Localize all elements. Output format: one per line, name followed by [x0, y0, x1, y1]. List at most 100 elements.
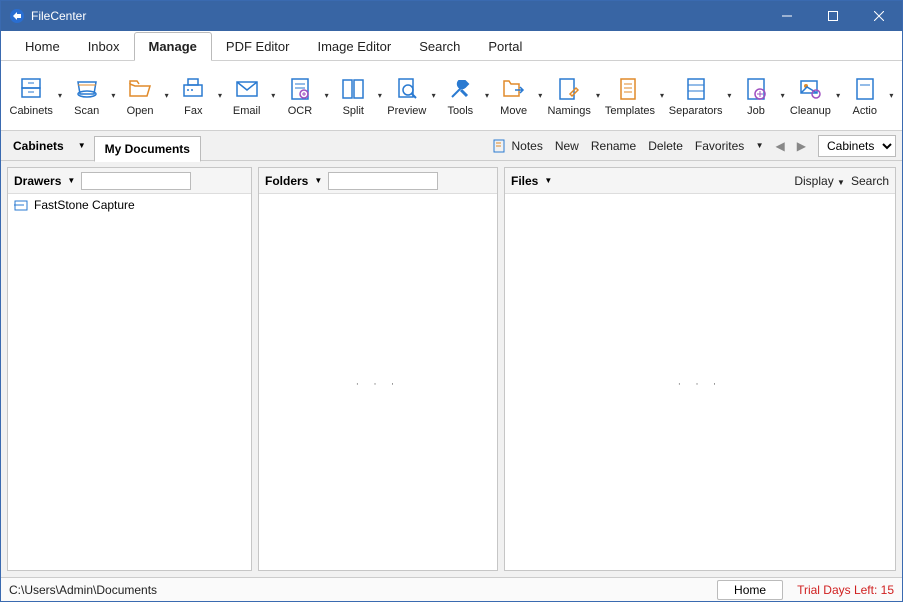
scan-dropdown[interactable]: ▾ — [109, 91, 118, 100]
namings-label: Namings — [547, 105, 590, 117]
templates-button[interactable]: Templates — [603, 73, 658, 119]
favorites-label: Favorites — [695, 139, 744, 153]
drawers-panel: Drawers ▼ FastStone Capture — [7, 167, 252, 571]
tab-manage[interactable]: Manage — [134, 32, 212, 61]
nav-back-button[interactable]: ◀ — [776, 139, 785, 153]
cabinets-label: Cabinets — [10, 105, 53, 117]
email-button[interactable]: Email — [225, 73, 269, 119]
fax-label: Fax — [184, 105, 202, 117]
files-list: . . . — [505, 194, 895, 570]
tab-search[interactable]: Search — [405, 33, 474, 60]
fax-button[interactable]: Fax — [171, 73, 215, 119]
job-icon — [742, 75, 770, 103]
display-dropdown[interactable]: Display ▼ — [794, 174, 845, 188]
files-empty-indicator: . . . — [678, 377, 722, 388]
cleanup-label: Cleanup — [790, 105, 831, 117]
tab-pdf-editor[interactable]: PDF Editor — [212, 33, 304, 60]
cabinet-bar: Cabinets ▼ My Documents Notes New Rename… — [1, 131, 902, 161]
preview-dropdown[interactable]: ▾ — [429, 91, 438, 100]
files-dropdown[interactable]: ▼ — [544, 176, 552, 185]
separators-label: Separators — [669, 105, 723, 117]
job-dropdown[interactable]: ▾ — [778, 91, 787, 100]
status-path: C:\Users\Admin\Documents — [9, 583, 157, 597]
drawer-label: FastStone Capture — [34, 198, 135, 212]
home-button[interactable]: Home — [717, 580, 783, 600]
nav-forward-button[interactable]: ▶ — [797, 139, 806, 153]
open-dropdown[interactable]: ▾ — [162, 91, 171, 100]
cabinets-dropdown[interactable]: ▾ — [55, 91, 64, 100]
folders-panel: Folders ▼ . . . — [258, 167, 498, 571]
tab-home[interactable]: Home — [11, 33, 74, 60]
tools-button[interactable]: Tools — [438, 73, 482, 119]
drawers-header: Drawers ▼ — [8, 168, 251, 194]
notes-button[interactable]: Notes — [493, 139, 542, 153]
tools-dropdown[interactable]: ▾ — [482, 91, 491, 100]
drawer-icon — [14, 198, 28, 212]
minimize-button[interactable] — [764, 1, 810, 31]
drawers-list: FastStone Capture — [8, 194, 251, 570]
actions-label: Actio — [853, 105, 877, 117]
open-button[interactable]: Open — [118, 73, 162, 119]
separators-dropdown[interactable]: ▾ — [725, 91, 734, 100]
app-icon — [9, 8, 25, 24]
tab-inbox[interactable]: Inbox — [74, 33, 134, 60]
folders-empty-indicator: . . . — [356, 377, 400, 388]
namings-button[interactable]: Namings — [545, 73, 593, 119]
tools-label: Tools — [447, 105, 473, 117]
rename-button[interactable]: Rename — [591, 139, 636, 153]
files-search-button[interactable]: Search — [851, 174, 889, 188]
toolbar: Cabinets▾Scan▾Open▾Fax▾Email▾OCR▾Split▾P… — [1, 61, 902, 131]
drawers-title: Drawers — [14, 174, 61, 188]
scan-label: Scan — [74, 105, 99, 117]
new-button[interactable]: New — [555, 139, 579, 153]
scan-icon — [73, 75, 101, 103]
maximize-button[interactable] — [810, 1, 856, 31]
preview-button[interactable]: Preview — [385, 73, 429, 119]
columns: Drawers ▼ FastStone Capture Folders ▼ . … — [1, 161, 902, 577]
move-dropdown[interactable]: ▾ — [536, 91, 545, 100]
move-button[interactable]: Move — [492, 73, 536, 119]
drawers-filter-input[interactable] — [81, 172, 191, 190]
cabinets-button[interactable]: Cabinets — [7, 73, 55, 119]
namings-dropdown[interactable]: ▾ — [593, 91, 602, 100]
cleanup-button[interactable]: Cleanup — [787, 73, 833, 119]
notes-icon — [493, 139, 507, 153]
preview-icon — [393, 75, 421, 103]
tab-portal[interactable]: Portal — [474, 33, 536, 60]
app-title: FileCenter — [31, 9, 86, 23]
app-window: FileCenter HomeInboxManagePDF EditorImag… — [0, 0, 903, 602]
actions-button[interactable]: Actio — [843, 73, 887, 119]
ocr-icon — [286, 75, 314, 103]
folders-filter-input[interactable] — [328, 172, 438, 190]
tab-image-editor[interactable]: Image Editor — [303, 33, 405, 60]
favorites-button[interactable]: Favorites ▼ — [695, 139, 764, 153]
drawers-dropdown[interactable]: ▼ — [67, 176, 75, 185]
scan-button[interactable]: Scan — [65, 73, 109, 119]
cabinets-dropdown-label[interactable]: Cabinets — [7, 135, 70, 157]
cabinets-dropdown-arrow[interactable]: ▼ — [74, 141, 90, 150]
ocr-button[interactable]: OCR — [278, 73, 322, 119]
ocr-dropdown[interactable]: ▾ — [322, 91, 331, 100]
titlebar: FileCenter — [1, 1, 902, 31]
split-button[interactable]: Split — [331, 73, 375, 119]
templates-icon — [616, 75, 644, 103]
actions-dropdown[interactable]: ▾ — [887, 91, 896, 100]
preview-label: Preview — [387, 105, 426, 117]
email-dropdown[interactable]: ▾ — [269, 91, 278, 100]
folders-dropdown[interactable]: ▼ — [314, 176, 322, 185]
current-cabinet-tab[interactable]: My Documents — [94, 136, 201, 162]
job-button[interactable]: Job — [734, 73, 778, 119]
open-icon — [126, 75, 154, 103]
folders-list: . . . — [259, 194, 497, 570]
close-button[interactable] — [856, 1, 902, 31]
split-icon — [339, 75, 367, 103]
split-dropdown[interactable]: ▾ — [375, 91, 384, 100]
cleanup-dropdown[interactable]: ▾ — [833, 91, 842, 100]
view-select[interactable]: Cabinets — [818, 135, 896, 157]
folders-title: Folders — [265, 174, 308, 188]
drawer-item[interactable]: FastStone Capture — [8, 194, 251, 216]
templates-dropdown[interactable]: ▾ — [657, 91, 666, 100]
separators-button[interactable]: Separators — [667, 73, 725, 119]
delete-button[interactable]: Delete — [648, 139, 683, 153]
fax-dropdown[interactable]: ▾ — [215, 91, 224, 100]
